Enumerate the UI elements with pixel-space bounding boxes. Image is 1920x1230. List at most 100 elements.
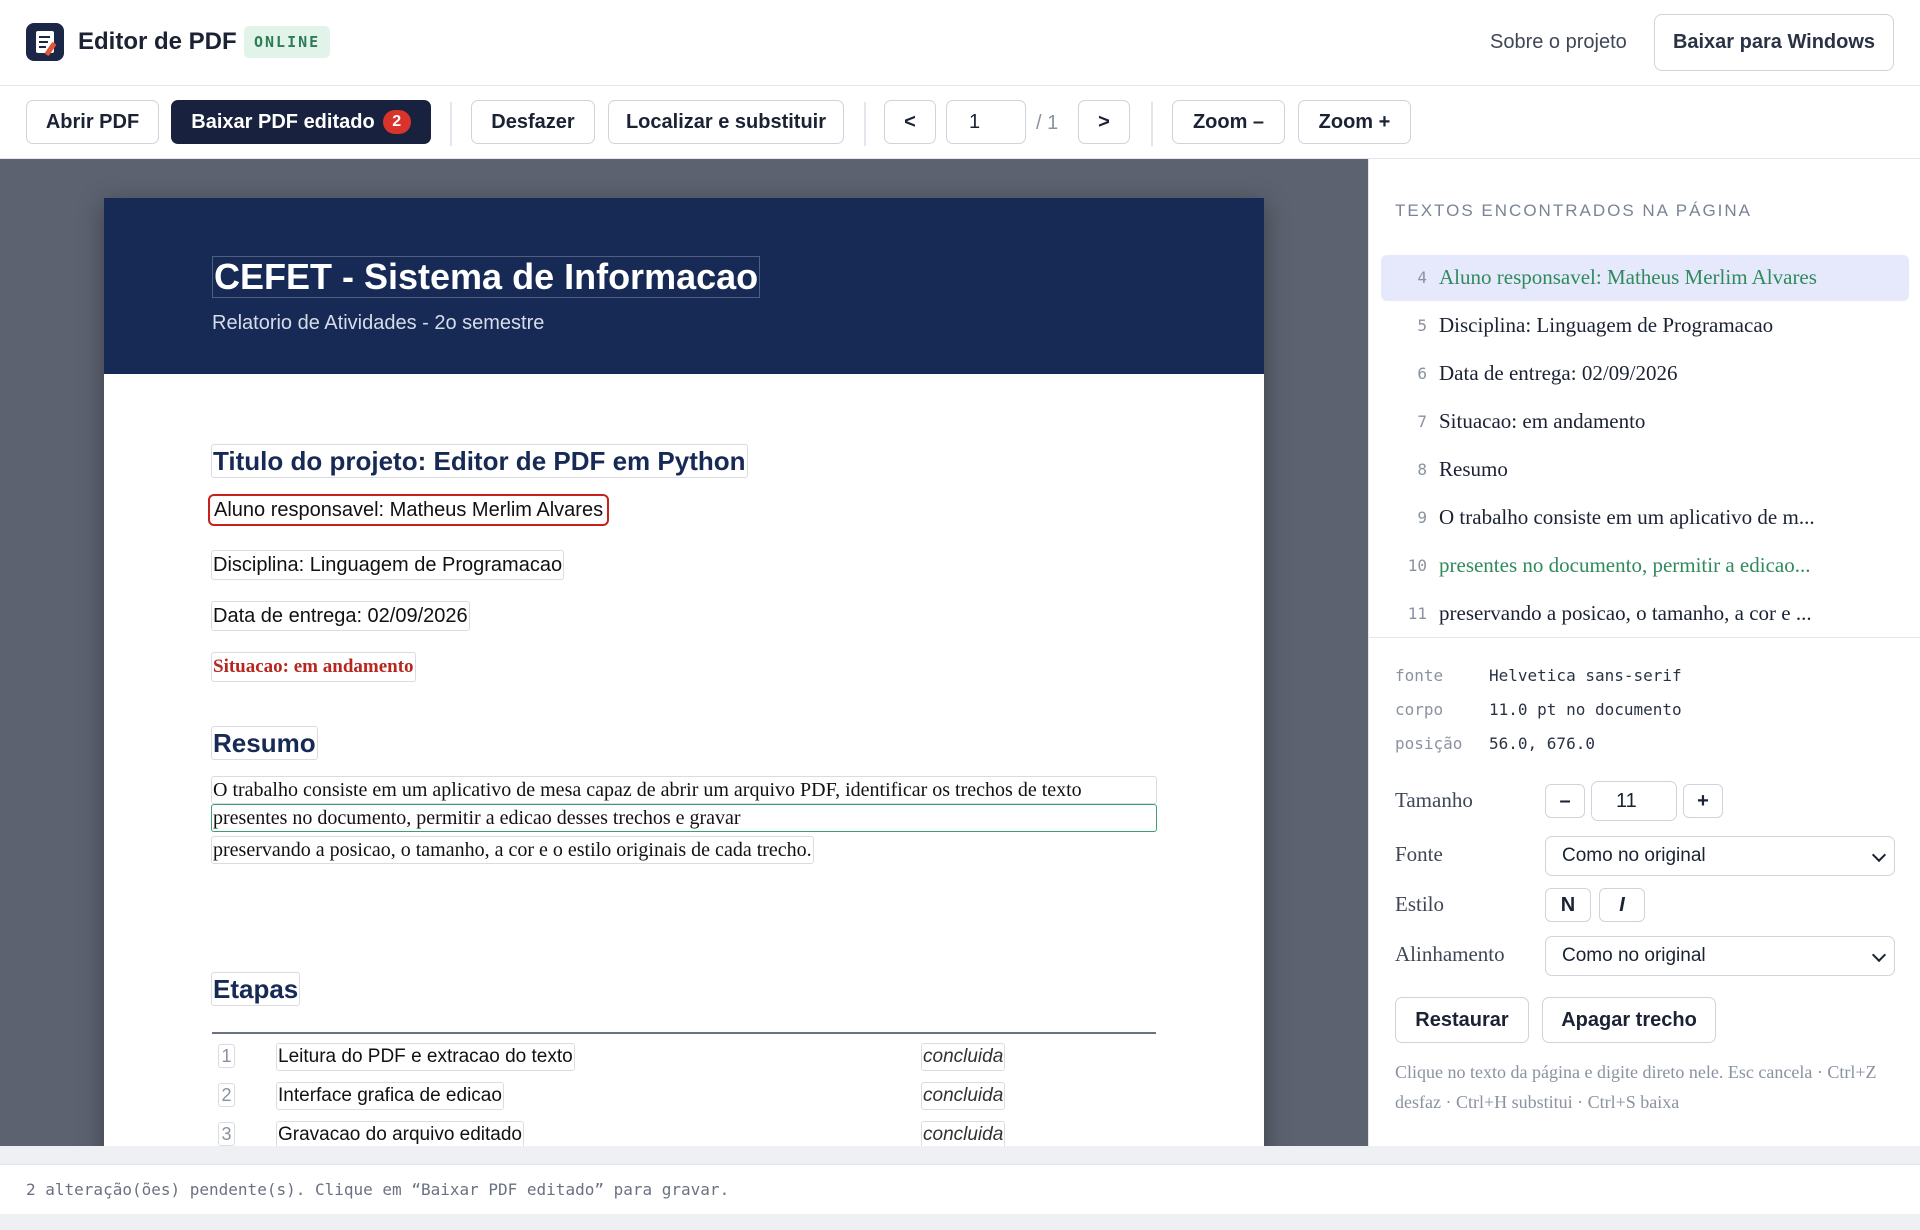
font-label: Fonte bbox=[1395, 842, 1443, 866]
panel-title: TEXTOS ENCONTRADOS NA PÁGINA bbox=[1395, 201, 1753, 220]
meta-size-label: corpo bbox=[1395, 700, 1444, 719]
list-item-text: presentes no documento, permitir a edica… bbox=[1439, 553, 1811, 577]
pdf-page: CEFET - Sistema de Informacao Relatorio … bbox=[104, 198, 1264, 1146]
status-message: 2 alteração(ões) pendente(s). Clique em … bbox=[26, 1180, 730, 1199]
status-bar: 2 alteração(ões) pendente(s). Clique em … bbox=[0, 1164, 1920, 1214]
summary-line-editing[interactable]: presentes no documento, permitir a edica… bbox=[211, 804, 1157, 832]
open-pdf-button[interactable]: Abrir PDF bbox=[26, 100, 159, 144]
list-item-number: 7 bbox=[1417, 412, 1427, 431]
font-select[interactable]: Como no original bbox=[1545, 836, 1895, 876]
list-item-text: O trabalho consiste em um aplicativo de … bbox=[1439, 505, 1815, 529]
page-number-input[interactable] bbox=[946, 100, 1026, 144]
app-logo-icon bbox=[26, 23, 64, 61]
pending-count-badge: 2 bbox=[382, 110, 411, 134]
page-total: / 1 bbox=[1036, 112, 1059, 134]
step-number[interactable]: 1 bbox=[218, 1044, 235, 1068]
step-number[interactable]: 3 bbox=[218, 1122, 235, 1146]
list-item-text: Disciplina: Linguagem de Programacao bbox=[1439, 313, 1774, 337]
status-text[interactable]: Situacao: em andamento bbox=[211, 652, 416, 682]
meta-position-label: posição bbox=[1395, 734, 1463, 753]
app-title: Editor de PDF bbox=[78, 28, 237, 55]
meta-font-label: fonte bbox=[1395, 666, 1444, 685]
due-date-text[interactable]: Data de entrega: 02/09/2026 bbox=[211, 601, 470, 631]
panel-divider bbox=[1369, 637, 1920, 638]
list-item-text: preservando a posicao, o tamanho, a cor … bbox=[1439, 601, 1812, 625]
prev-page-button[interactable]: < bbox=[884, 100, 936, 144]
summary-line[interactable]: preservando a posicao, o tamanho, a cor … bbox=[211, 836, 814, 864]
document-header-band: CEFET - Sistema de Informacao Relatorio … bbox=[104, 198, 1264, 374]
bold-button[interactable]: N bbox=[1545, 888, 1591, 922]
download-edited-label: Baixar PDF editado bbox=[191, 111, 375, 133]
step-state[interactable]: concluida bbox=[921, 1082, 1006, 1110]
download-windows-button[interactable]: Baixar para Windows bbox=[1654, 14, 1894, 71]
list-item-number: 5 bbox=[1417, 316, 1427, 335]
zoom-in-button[interactable]: Zoom + bbox=[1298, 100, 1411, 144]
meta-size-value: 11.0 pt no documento bbox=[1489, 700, 1682, 719]
font-select-value: Como no original bbox=[1562, 845, 1706, 866]
size-decrease-button[interactable]: – bbox=[1545, 784, 1585, 818]
list-item-number: 10 bbox=[1407, 556, 1427, 575]
keyboard-hint: Clique no texto da página e digite diret… bbox=[1395, 1062, 1877, 1112]
size-input[interactable] bbox=[1591, 781, 1677, 821]
text-list-item-active[interactable]: 4 Aluno responsavel: Matheus Merlim Alva… bbox=[1381, 255, 1909, 301]
list-item-number: 8 bbox=[1417, 460, 1427, 479]
text-list-item[interactable]: 8 Resumo bbox=[1381, 447, 1909, 493]
step-text[interactable]: Gravacao do arquivo editado bbox=[276, 1121, 524, 1146]
toolbar-divider bbox=[450, 102, 452, 146]
alignment-label: Alinhamento bbox=[1395, 942, 1505, 966]
zoom-out-button[interactable]: Zoom – bbox=[1172, 100, 1285, 144]
discipline-text[interactable]: Disciplina: Linguagem de Programacao bbox=[211, 550, 565, 580]
text-list-item[interactable]: 11 preservando a posicao, o tamanho, a c… bbox=[1381, 591, 1909, 637]
text-list-item[interactable]: 5 Disciplina: Linguagem de Programacao bbox=[1381, 303, 1909, 349]
step-state[interactable]: concluida bbox=[921, 1121, 1006, 1146]
delete-snippet-button[interactable]: Apagar trecho bbox=[1542, 997, 1716, 1043]
pdf-viewer[interactable]: CEFET - Sistema de Informacao Relatorio … bbox=[0, 159, 1368, 1146]
app-header: Editor de PDF ONLINE Sobre o projeto Bai… bbox=[0, 0, 1920, 86]
meta-font-value: Helvetica sans-serif bbox=[1489, 666, 1682, 685]
steps-heading[interactable]: Etapas bbox=[211, 972, 301, 1006]
toolbar-divider bbox=[864, 102, 866, 146]
step-number[interactable]: 2 bbox=[218, 1083, 235, 1107]
project-title-text[interactable]: Titulo do projeto: Editor de PDF em Pyth… bbox=[211, 444, 748, 478]
list-item-text: Resumo bbox=[1439, 457, 1508, 481]
step-text[interactable]: Interface grafica de edicao bbox=[276, 1082, 504, 1110]
chevron-down-icon bbox=[1871, 947, 1887, 963]
style-label: Estilo bbox=[1395, 892, 1445, 916]
step-text[interactable]: Leitura do PDF e extracao do texto bbox=[276, 1043, 575, 1071]
online-badge: ONLINE bbox=[244, 26, 331, 58]
alignment-select-value: Como no original bbox=[1562, 945, 1706, 966]
list-item-text: Situacao: em andamento bbox=[1439, 409, 1646, 433]
document-title[interactable]: CEFET - Sistema de Informacao bbox=[212, 256, 761, 298]
find-replace-button[interactable]: Localizar e substituir bbox=[608, 100, 844, 144]
document-subtitle[interactable]: Relatorio de Atividades - 2o semestre bbox=[212, 312, 544, 335]
text-list-item[interactable]: 6 Data de entrega: 02/09/2026 bbox=[1381, 351, 1909, 397]
list-item-number: 4 bbox=[1417, 268, 1427, 287]
text-list-item[interactable]: 9 O trabalho consiste em um aplicativo d… bbox=[1381, 495, 1909, 541]
undo-button[interactable]: Desfazer bbox=[471, 100, 595, 144]
download-edited-button[interactable]: Baixar PDF editado 2 bbox=[171, 100, 431, 144]
restore-button[interactable]: Restaurar bbox=[1395, 997, 1529, 1043]
chevron-down-icon bbox=[1871, 847, 1887, 863]
text-list-item[interactable]: 7 Situacao: em andamento bbox=[1381, 399, 1909, 445]
step-state[interactable]: concluida bbox=[921, 1043, 1006, 1071]
toolbar: Abrir PDF Baixar PDF editado 2 Desfazer L… bbox=[0, 86, 1920, 159]
list-item-number: 9 bbox=[1417, 508, 1427, 527]
italic-button[interactable]: I bbox=[1599, 888, 1645, 922]
summary-line[interactable]: O trabalho consiste em um aplicativo de … bbox=[211, 776, 1157, 804]
text-list-item-edited[interactable]: 10 presentes no documento, permitir a ed… bbox=[1381, 543, 1909, 589]
meta-position-value: 56.0, 676.0 bbox=[1489, 734, 1595, 753]
steps-divider bbox=[212, 1032, 1156, 1034]
list-item-text: Aluno responsavel: Matheus Merlim Alvare… bbox=[1439, 265, 1817, 289]
alignment-select[interactable]: Como no original bbox=[1545, 936, 1895, 976]
list-item-text: Data de entrega: 02/09/2026 bbox=[1439, 361, 1678, 385]
size-label: Tamanho bbox=[1395, 788, 1473, 812]
toolbar-divider bbox=[1151, 102, 1153, 146]
next-page-button[interactable]: > bbox=[1078, 100, 1130, 144]
list-item-number: 11 bbox=[1407, 604, 1427, 623]
text-properties-panel: TEXTOS ENCONTRADOS NA PÁGINA 4 Aluno res… bbox=[1368, 159, 1920, 1146]
size-increase-button[interactable]: + bbox=[1683, 784, 1723, 818]
summary-heading[interactable]: Resumo bbox=[211, 726, 318, 760]
student-text-selected[interactable]: Aluno responsavel: Matheus Merlim Alvare… bbox=[208, 494, 610, 526]
list-item-number: 6 bbox=[1417, 364, 1427, 383]
about-project-link[interactable]: Sobre o projeto bbox=[1490, 31, 1627, 54]
